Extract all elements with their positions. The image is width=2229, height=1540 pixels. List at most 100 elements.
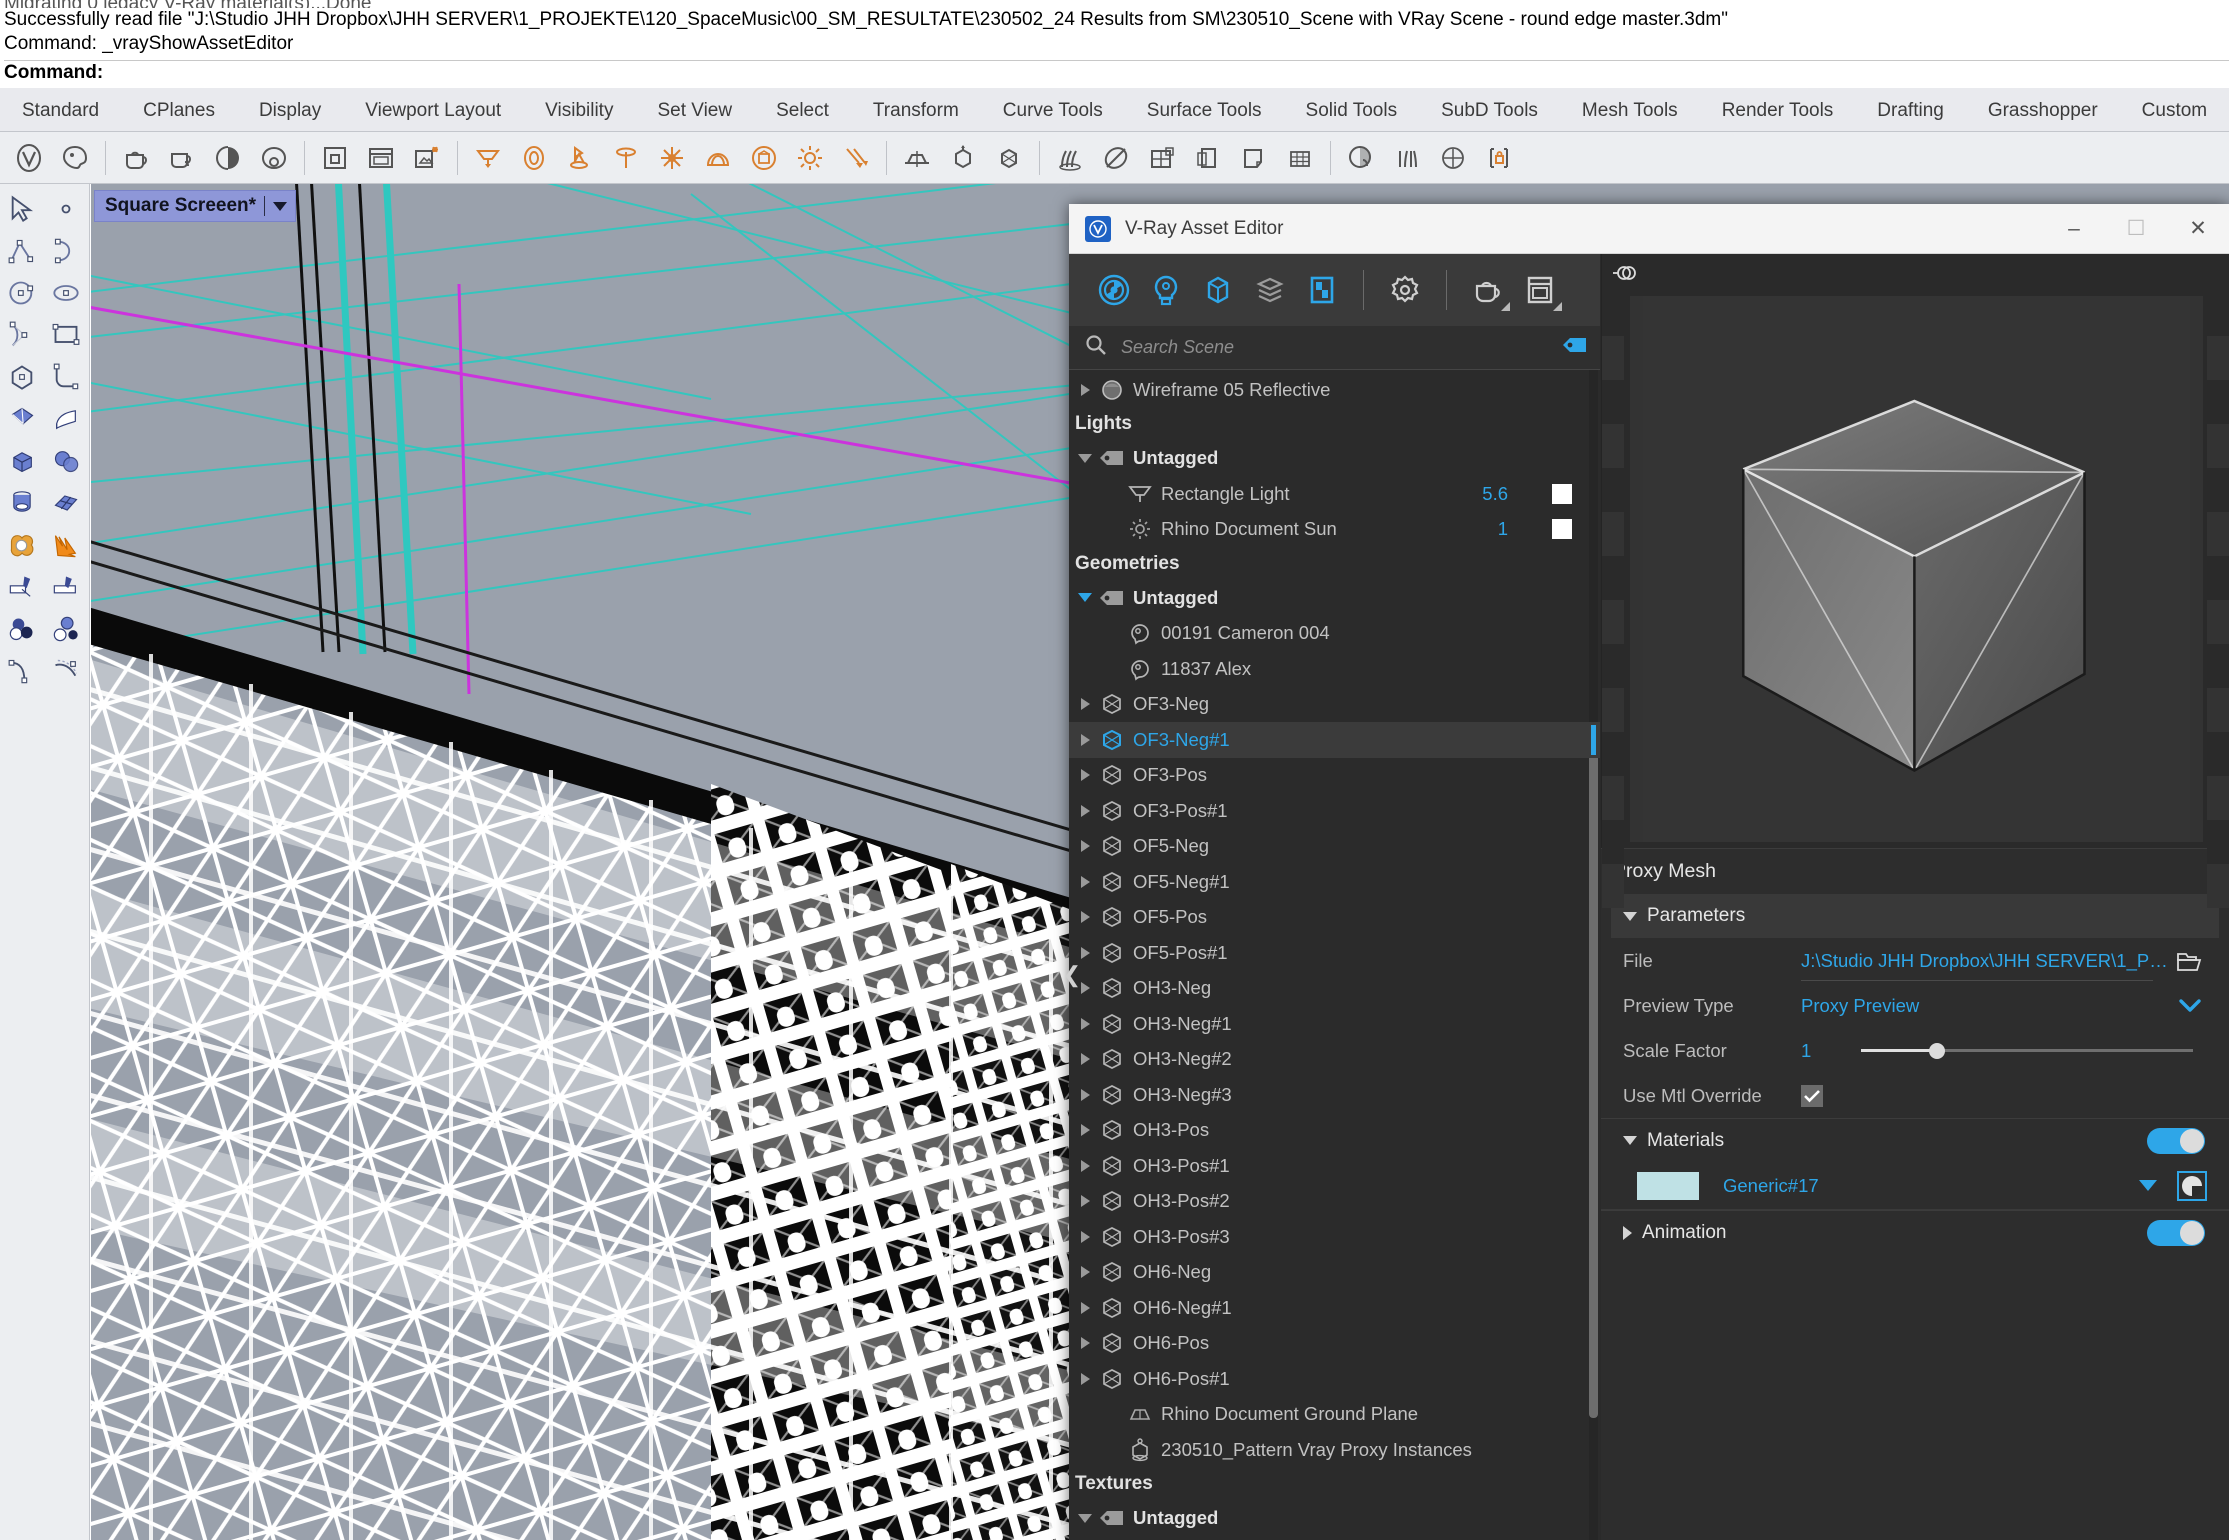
tab-visibility[interactable]: Visibility xyxy=(523,91,635,131)
ies-light-icon[interactable] xyxy=(604,136,648,180)
tag-filter-icon[interactable] xyxy=(1562,337,1588,358)
caret-right-icon[interactable] xyxy=(1075,733,1095,746)
tree-item-row[interactable]: Rectangle Light 5.6 xyxy=(1069,476,1600,512)
mesh-light-icon[interactable] xyxy=(742,136,786,180)
tree-item-row[interactable]: OF3-Pos#1 xyxy=(1069,793,1600,829)
chevron-down-icon[interactable] xyxy=(273,201,288,211)
tab-curve-tools[interactable]: Curve Tools xyxy=(981,91,1125,131)
render-elements-icon[interactable] xyxy=(1299,267,1345,313)
folder-open-icon[interactable] xyxy=(2173,950,2207,972)
tree-item-row[interactable]: Rhino Document Ground Plane xyxy=(1069,1397,1600,1433)
tab-display[interactable]: Display xyxy=(237,91,343,131)
caret-right-icon[interactable] xyxy=(1075,840,1095,853)
vray-material-icon[interactable] xyxy=(53,136,97,180)
caret-down-icon[interactable] xyxy=(1623,911,1637,921)
scale-factor-value[interactable]: 1 xyxy=(1801,1040,1861,1062)
box-icon[interactable] xyxy=(0,440,44,482)
sphere-boolean-icon[interactable] xyxy=(44,440,88,482)
tab-standard[interactable]: Standard xyxy=(0,91,121,131)
caret-right-icon[interactable] xyxy=(1075,1124,1095,1137)
search-input[interactable] xyxy=(1121,337,1562,358)
polyline-icon[interactable] xyxy=(0,230,44,272)
chevron-down-icon[interactable] xyxy=(2173,997,2207,1015)
caret-right-icon[interactable] xyxy=(1075,1159,1095,1172)
dome-light-icon[interactable] xyxy=(696,136,740,180)
tree-item-row[interactable]: OH3-Neg#3 xyxy=(1069,1077,1600,1113)
material-name[interactable]: Generic#17 xyxy=(1723,1175,2139,1197)
tab-solid-tools[interactable]: Solid Tools xyxy=(1284,91,1420,131)
animation-toggle[interactable] xyxy=(2147,1219,2205,1246)
caret-down-icon[interactable] xyxy=(1075,1513,1095,1523)
rectangle-icon[interactable] xyxy=(44,314,88,356)
minimize-button[interactable]: – xyxy=(2043,204,2105,254)
tree-item-row[interactable]: OF5-Pos xyxy=(1069,900,1600,936)
light-enabled-checkbox[interactable] xyxy=(1552,519,1572,540)
project-curve-icon[interactable] xyxy=(44,650,88,692)
proxy-export-icon[interactable] xyxy=(987,136,1031,180)
materials-icon[interactable] xyxy=(1091,267,1137,313)
material-item-row[interactable]: Generic#17 xyxy=(1601,1162,2229,1210)
boolean-union-spheres-icon[interactable] xyxy=(44,608,88,650)
vray-title-bar[interactable]: V-Ray Asset Editor – ☐ ✕ xyxy=(1069,204,2229,254)
render-settings-icon[interactable] xyxy=(405,136,449,180)
omni-light-icon[interactable] xyxy=(650,136,694,180)
lock-icon[interactable] xyxy=(1477,136,1521,180)
caret-down-icon[interactable] xyxy=(1075,593,1095,603)
viewport-title[interactable]: Square Screeen* xyxy=(94,190,297,222)
frame-buffer-icon[interactable] xyxy=(1517,267,1563,313)
light-intensity-value[interactable]: 5.6 xyxy=(1482,483,1508,505)
caret-right-icon[interactable] xyxy=(1075,875,1095,888)
fur-strands-icon[interactable] xyxy=(1385,136,1429,180)
material-picker-icon[interactable] xyxy=(1339,136,1383,180)
caret-down-icon[interactable] xyxy=(1623,1136,1637,1145)
surface-grid-icon[interactable] xyxy=(44,482,88,524)
tree-item-row[interactable]: 11837 Alex xyxy=(1069,651,1600,687)
fillet-curve-icon[interactable] xyxy=(44,356,88,398)
tab-transform[interactable]: Transform xyxy=(851,91,981,131)
caret-right-icon[interactable] xyxy=(1623,1225,1632,1240)
revolve-icon[interactable] xyxy=(0,482,44,524)
material-preview-button[interactable] xyxy=(2177,1170,2207,1201)
render-last-icon[interactable] xyxy=(206,136,250,180)
render-interactive-icon[interactable] xyxy=(160,136,204,180)
tab-viewport-layout[interactable]: Viewport Layout xyxy=(343,91,523,131)
tree-tag-row[interactable]: Untagged xyxy=(1069,1501,1600,1537)
curve-icon[interactable] xyxy=(44,230,88,272)
trim-icon[interactable] xyxy=(0,566,44,608)
blend-curve-icon[interactable] xyxy=(0,650,44,692)
tab-subd-tools[interactable]: SubD Tools xyxy=(1419,91,1560,131)
circle-icon[interactable] xyxy=(0,272,44,314)
file-value[interactable]: J:\Studio JHH Dropbox\JHH SERVER\1_PROJ.… xyxy=(1801,950,2173,972)
extrude-surface-icon[interactable] xyxy=(44,398,88,440)
boolean-union-icon[interactable] xyxy=(0,524,44,566)
light-gen-icon[interactable] xyxy=(834,136,878,180)
tree-item-row[interactable]: OH6-Neg#1 xyxy=(1069,1290,1600,1326)
polygon-icon[interactable] xyxy=(0,356,44,398)
tree-item-row[interactable]: OF5-Neg#1 xyxy=(1069,864,1600,900)
tree-item-row[interactable]: Wireframe 05 Reflective xyxy=(1069,372,1600,408)
scene-interaction-icon[interactable] xyxy=(1431,136,1475,180)
tab-set-view[interactable]: Set View xyxy=(635,91,754,131)
caret-right-icon[interactable] xyxy=(1075,1301,1095,1314)
chevron-down-icon[interactable] xyxy=(2139,1180,2157,1191)
scale-factor-row[interactable]: Scale Factor 1 xyxy=(1601,1028,2229,1073)
render-teapot-icon[interactable] xyxy=(1465,267,1511,313)
material-color-swatch[interactable] xyxy=(1637,1171,1699,1200)
caret-right-icon[interactable] xyxy=(1075,698,1095,711)
tree-item-row[interactable]: OF3-Neg xyxy=(1069,687,1600,723)
asset-preview-panel[interactable] xyxy=(1601,254,2229,908)
tree-item-row[interactable]: OH3-Pos xyxy=(1069,1113,1600,1149)
tree-item-row[interactable]: OH3-Pos#2 xyxy=(1069,1184,1600,1220)
select-arrow-icon[interactable] xyxy=(0,188,44,230)
tab-mesh-tools[interactable]: Mesh Tools xyxy=(1560,91,1700,131)
caret-right-icon[interactable] xyxy=(1075,1053,1095,1066)
light-enabled-checkbox[interactable] xyxy=(1552,483,1572,504)
preview-type-row[interactable]: Preview Type Proxy Preview xyxy=(1601,983,2229,1028)
point-icon[interactable] xyxy=(44,188,88,230)
tab-grasshopper[interactable]: Grasshopper xyxy=(1966,91,2120,131)
dropdown-corner-indicator[interactable] xyxy=(1501,302,1510,311)
lights-icon[interactable] xyxy=(1143,267,1189,313)
preview-light-icon[interactable] xyxy=(1612,262,1638,289)
use-mtl-override-row[interactable]: Use Mtl Override xyxy=(1601,1073,2229,1118)
animation-section-header[interactable]: Animation xyxy=(1601,1210,2229,1254)
